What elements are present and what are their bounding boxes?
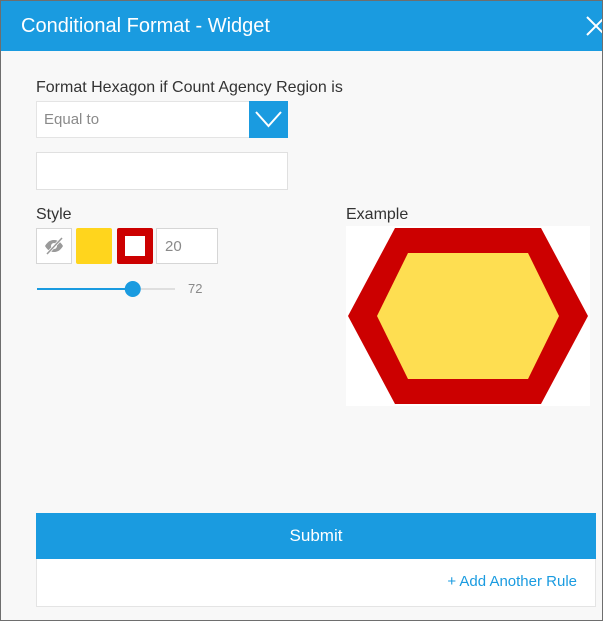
hexagon-preview — [348, 228, 588, 404]
eye-slash-icon — [45, 236, 64, 256]
border-width-input[interactable] — [156, 228, 218, 264]
conditional-format-dialog: Conditional Format - Widget Format Hexag… — [0, 0, 603, 621]
fill-color-swatch[interactable] — [76, 228, 112, 264]
border-swatch-inner — [125, 236, 145, 256]
operator-dropdown-toggle[interactable] — [249, 101, 288, 138]
opacity-value: 72 — [188, 281, 203, 296]
dialog-title: Conditional Format - Widget — [21, 15, 270, 37]
visibility-toggle-button[interactable] — [36, 228, 72, 264]
border-color-swatch[interactable] — [117, 228, 153, 264]
example-preview — [346, 226, 590, 406]
condition-value-input[interactable] — [36, 152, 288, 190]
operator-select[interactable]: Equal to — [36, 101, 288, 138]
dialog-title-bar: Conditional Format - Widget — [1, 1, 603, 51]
style-label: Style — [36, 206, 72, 223]
add-rule-container: + Add Another Rule — [36, 559, 596, 607]
close-icon[interactable] — [583, 13, 603, 39]
add-another-rule-link[interactable]: + Add Another Rule — [447, 572, 577, 592]
chevron-down-icon — [255, 111, 282, 128]
opacity-slider-thumb — [124, 281, 141, 297]
condition-label: Format Hexagon if Count Agency Region is — [36, 79, 343, 96]
operator-selected-value: Equal to — [44, 111, 100, 128]
example-label: Example — [346, 206, 409, 223]
hexagon-fill — [377, 253, 559, 379]
opacity-slider[interactable] — [37, 279, 175, 299]
submit-button[interactable]: Submit — [36, 513, 596, 559]
